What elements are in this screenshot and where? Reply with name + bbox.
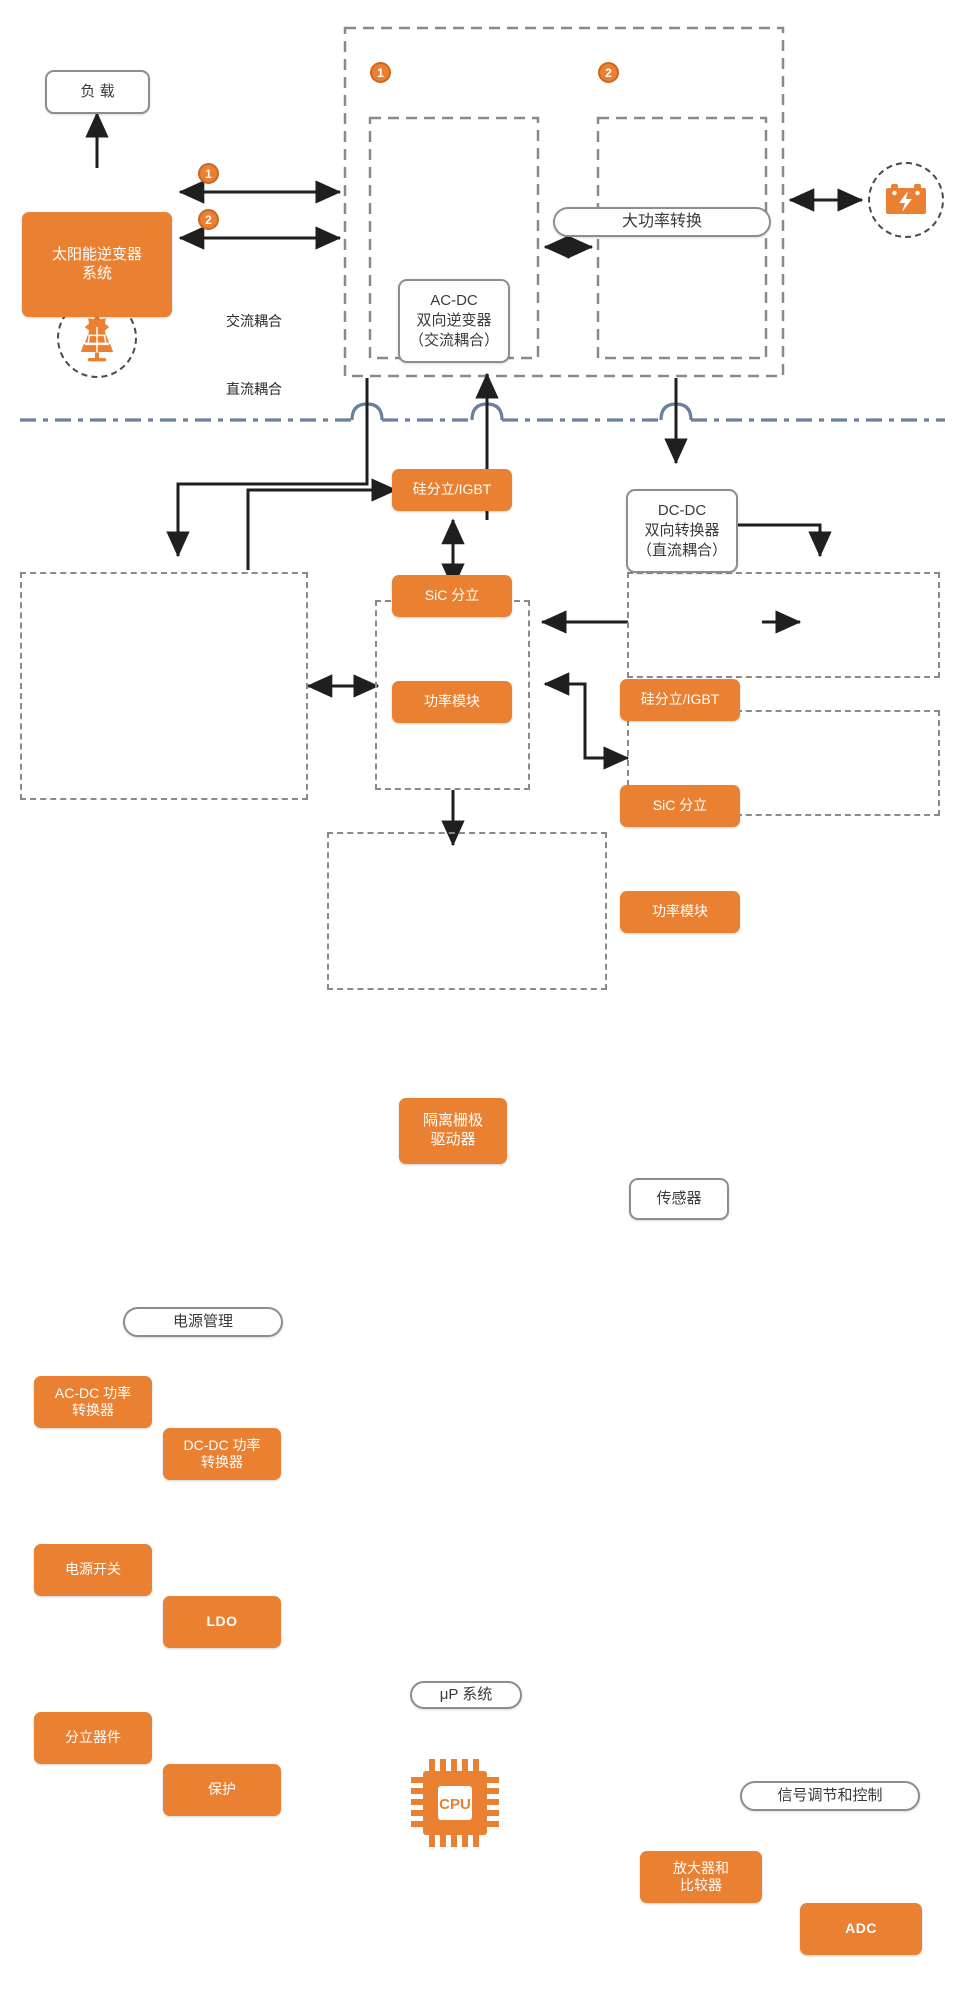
battery-icon xyxy=(868,162,944,238)
interface-container xyxy=(327,832,607,990)
coupling-badge-1-num: 1 xyxy=(205,166,212,181)
signal-conditioning-title-label: 信号调节和控制 xyxy=(777,1786,883,1804)
ac-dc-inverter-header[interactable]: AC-DC 双向逆变器 （交流耦合） xyxy=(398,279,510,363)
battery-glyph xyxy=(886,184,926,214)
mcu-title-label: μP 系统 xyxy=(439,1685,493,1703)
coupling-badge-2-num: 2 xyxy=(205,212,212,227)
high-power-badge-1: 1 xyxy=(370,62,391,83)
pm-block-5[interactable]: 保护 xyxy=(163,1764,281,1816)
pm-block-0[interactable]: AC-DC 功率 转换器 xyxy=(34,1376,152,1428)
cpu-chip-label: CPU xyxy=(439,1796,471,1813)
gate-driver-label: 隔离栅极 驱动器 xyxy=(422,1112,483,1148)
high-power-title-label: 大功率转换 xyxy=(621,213,702,230)
load-node[interactable]: 负 载 xyxy=(45,70,150,114)
load-label: 负 载 xyxy=(80,82,115,100)
ac-dc-block-2[interactable]: 功率模块 xyxy=(392,681,512,723)
cpu-glyph: CPU xyxy=(411,1759,499,1847)
solar-panel-glyph xyxy=(80,315,114,362)
pm-block-3[interactable]: LDO xyxy=(163,1596,281,1648)
solar-inverter-system-label: 太阳能逆变器 系统 xyxy=(51,245,142,282)
sensor-node[interactable]: 传感器 xyxy=(629,1178,729,1220)
pm-block-4[interactable]: 分立器件 xyxy=(34,1712,152,1764)
coupling-badge-2: 2 xyxy=(198,209,219,230)
power-management-container xyxy=(20,572,308,800)
signal-conditioning-title: 信号调节和控制 xyxy=(740,1781,920,1811)
pm-block-1[interactable]: DC-DC 功率 转换器 xyxy=(163,1428,281,1480)
ac-dc-inverter-header-label: AC-DC 双向逆变器 （交流耦合） xyxy=(408,291,499,350)
coupling-badge-1: 1 xyxy=(198,163,219,184)
mcu-title: μP 系统 xyxy=(410,1681,522,1709)
ac-dc-block-0[interactable]: 硅分立/IGBT xyxy=(392,469,512,511)
dc-dc-block-2[interactable]: 功率模块 xyxy=(620,891,740,933)
dc-dc-block-0[interactable]: 硅分立/IGBT xyxy=(620,679,740,721)
power-management-title: 电源管理 xyxy=(123,1307,283,1337)
gate-driver-node[interactable]: 隔离栅极 驱动器 xyxy=(399,1098,507,1164)
signal-block-0[interactable]: 放大器和 比较器 xyxy=(640,1851,762,1903)
cpu-icon: CPU xyxy=(403,1751,507,1855)
diagram-canvas: 负 载 太阳能逆变器 系统 1 交流耦合 2 直流耦合 大功率转换 1 AC-D… xyxy=(0,0,960,1955)
dc-dc-converter-header[interactable]: DC-DC 双向转换器 （直流耦合） xyxy=(626,489,738,573)
sensor-label: 传感器 xyxy=(656,1189,702,1207)
signal-conditioning-container xyxy=(627,572,940,678)
high-power-title: 大功率转换 xyxy=(553,207,771,237)
power-management-title-label: 电源管理 xyxy=(172,1312,233,1330)
pm-block-2[interactable]: 电源开关 xyxy=(34,1544,152,1596)
dc-dc-converter-header-label: DC-DC 双向转换器 （直流耦合） xyxy=(636,501,727,560)
high-power-badge-2: 2 xyxy=(598,62,619,83)
dc-dc-block-1[interactable]: SiC 分立 xyxy=(620,785,740,827)
ac-coupling-label: 交流耦合 xyxy=(226,313,282,330)
solar-inverter-system-node[interactable]: 太阳能逆变器 系统 xyxy=(22,212,172,317)
signal-block-1[interactable]: ADC xyxy=(800,1903,922,1955)
ac-dc-block-1[interactable]: SiC 分立 xyxy=(392,575,512,617)
dc-coupling-label: 直流耦合 xyxy=(226,381,282,398)
